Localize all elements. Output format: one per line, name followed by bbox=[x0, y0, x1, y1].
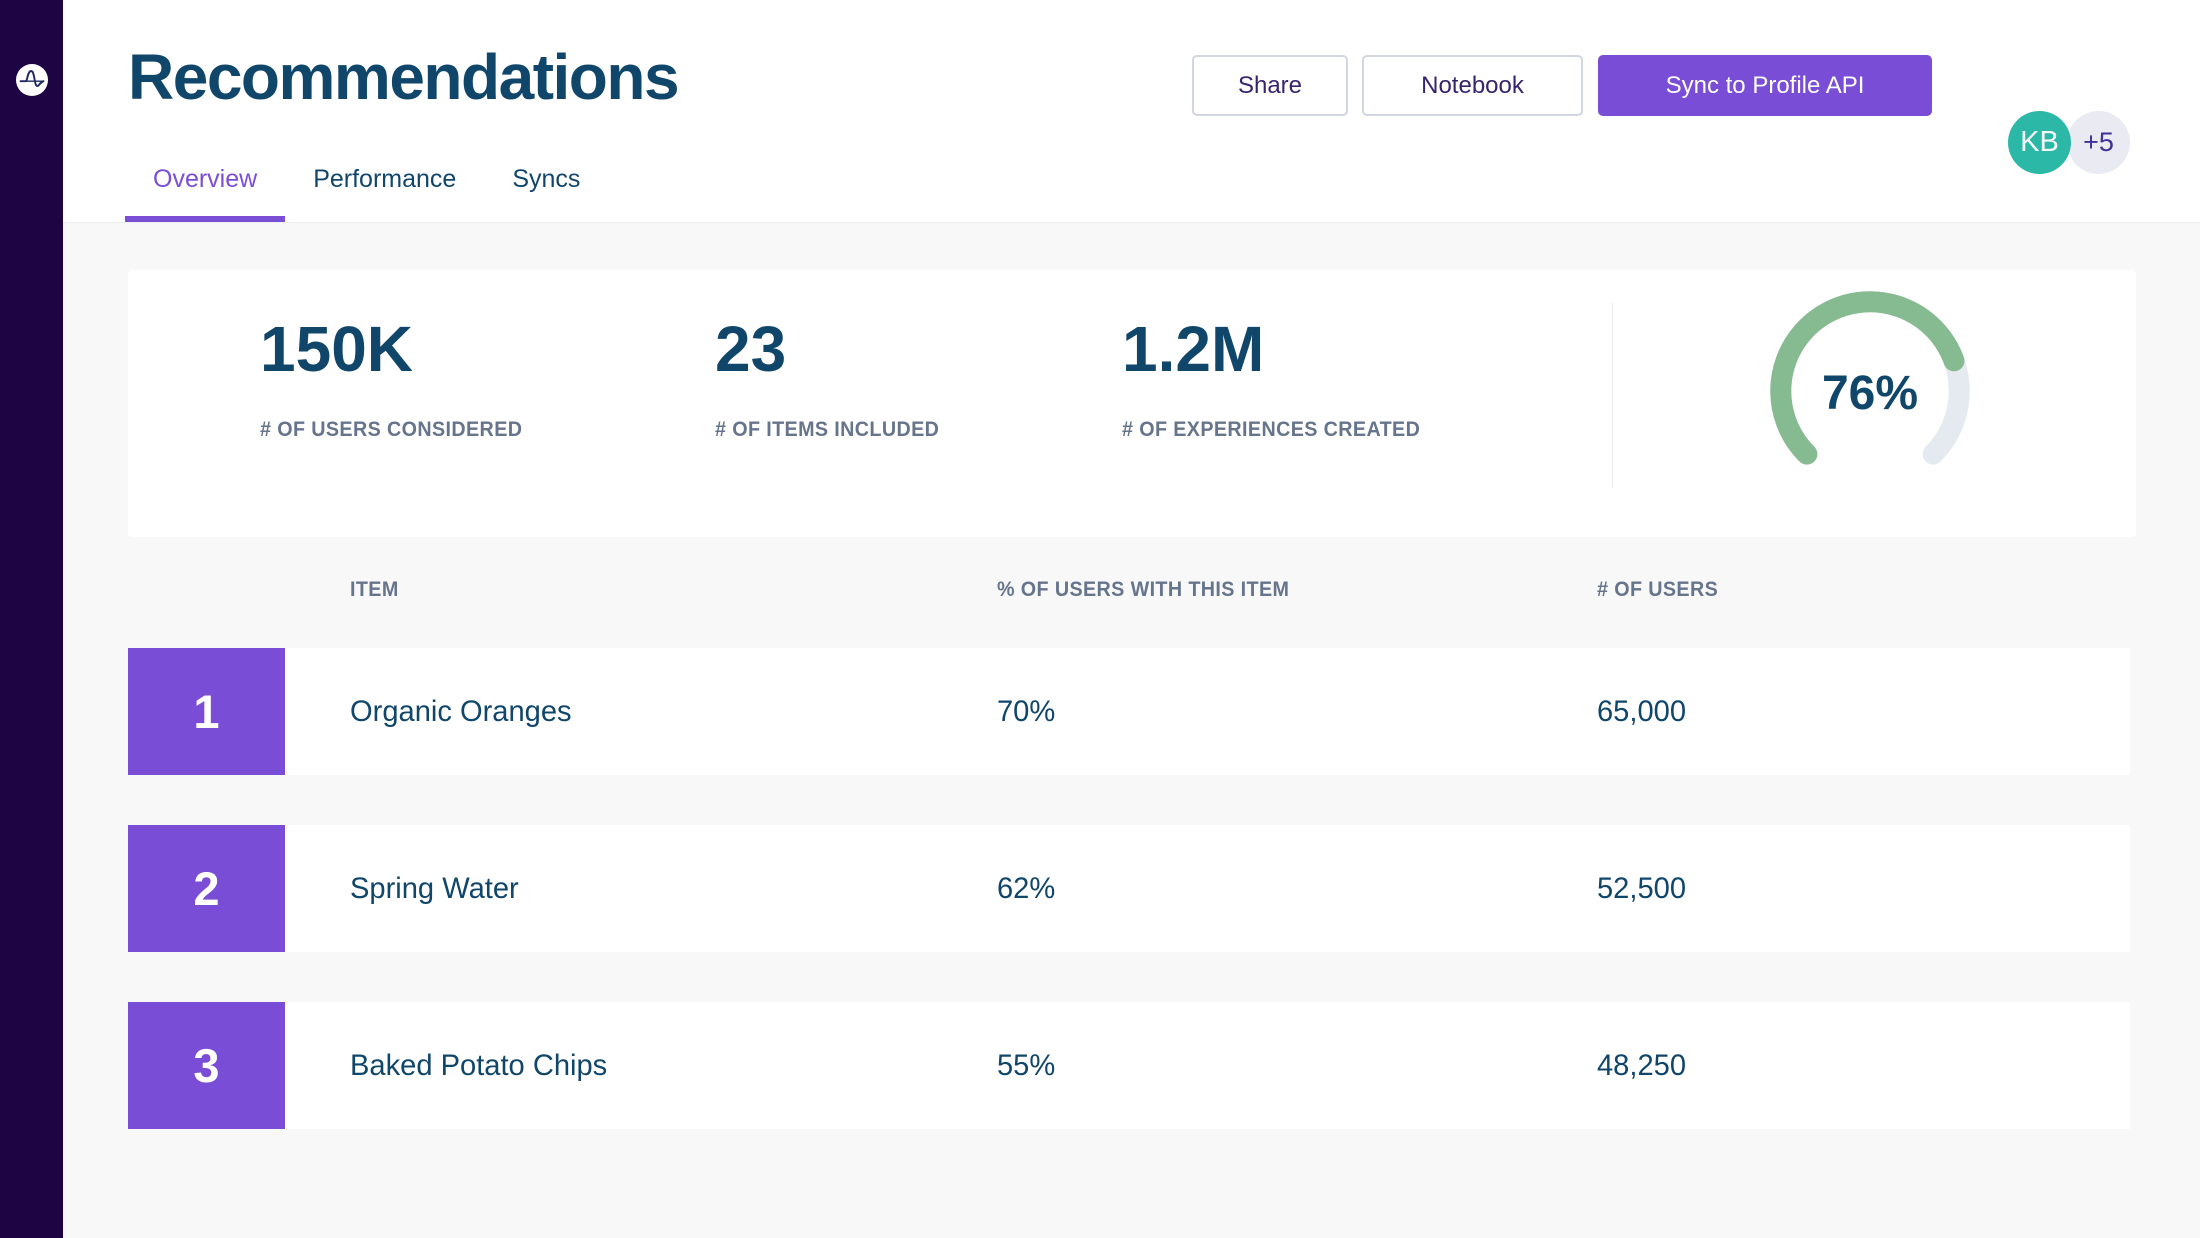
tab-syncs[interactable]: Syncs bbox=[484, 165, 608, 222]
row-cells: Baked Potato Chips 55% 48,250 bbox=[285, 1002, 2130, 1129]
num-users-cell: 65,000 bbox=[1597, 695, 1686, 729]
column-header-pct-users: % OF USERS WITH THIS ITEM bbox=[997, 578, 1289, 602]
table-row[interactable]: 3 Baked Potato Chips 55% 48,250 bbox=[128, 1002, 2130, 1129]
share-button-label: Share bbox=[1238, 72, 1302, 100]
notebook-button-label: Notebook bbox=[1421, 72, 1524, 100]
stat-label: # OF ITEMS INCLUDED bbox=[715, 418, 939, 442]
avatar-overflow-count: +5 bbox=[2083, 127, 2114, 158]
page-header: Recommendations Share Notebook Sync to P… bbox=[63, 0, 2200, 223]
item-name-cell: Spring Water bbox=[350, 872, 519, 906]
rank-badge: 3 bbox=[128, 1002, 285, 1129]
stat-label: # OF USERS CONSIDERED bbox=[260, 418, 522, 442]
column-header-num-users: # OF USERS bbox=[1597, 578, 1718, 602]
share-button[interactable]: Share bbox=[1192, 55, 1348, 116]
table-row[interactable]: 2 Spring Water 62% 52,500 bbox=[128, 825, 2130, 952]
row-cells: Spring Water 62% 52,500 bbox=[285, 825, 2130, 952]
pct-users-cell: 70% bbox=[997, 695, 1055, 729]
item-name-cell: Baked Potato Chips bbox=[350, 1049, 607, 1083]
num-users-cell: 52,500 bbox=[1597, 872, 1686, 906]
avatar-initials: KB bbox=[2020, 126, 2059, 159]
row-cells: Organic Oranges 70% 65,000 bbox=[285, 648, 2130, 775]
sync-button-label: Sync to Profile API bbox=[1666, 72, 1865, 100]
recommendations-page: Recommendations Share Notebook Sync to P… bbox=[0, 0, 2200, 1238]
table-row[interactable]: 1 Organic Oranges 70% 65,000 bbox=[128, 648, 2130, 775]
avatar-overflow-badge[interactable]: +5 bbox=[2067, 111, 2130, 174]
pct-users-cell: 62% bbox=[997, 872, 1055, 906]
summary-stats-card: 150K # OF USERS CONSIDERED 23 # OF ITEMS… bbox=[128, 270, 2136, 537]
tab-performance[interactable]: Performance bbox=[285, 165, 484, 222]
table-header-row: ITEM % OF USERS WITH THIS ITEM # OF USER… bbox=[128, 578, 2136, 608]
vertical-divider bbox=[1612, 303, 1613, 488]
stat-value: 23 bbox=[715, 312, 786, 386]
gauge-percent-text: 76% bbox=[1765, 286, 1975, 496]
num-users-cell: 48,250 bbox=[1597, 1049, 1686, 1083]
app-sidebar bbox=[0, 0, 63, 1238]
column-header-item: ITEM bbox=[350, 578, 399, 602]
avatar[interactable]: KB bbox=[2008, 111, 2071, 174]
sync-to-profile-api-button[interactable]: Sync to Profile API bbox=[1598, 55, 1932, 116]
notebook-button[interactable]: Notebook bbox=[1362, 55, 1583, 116]
rank-badge: 1 bbox=[128, 648, 285, 775]
header-actions: Share Notebook Sync to Profile API KB +5 bbox=[63, 55, 2200, 116]
stat-label: # OF EXPERIENCES CREATED bbox=[1122, 418, 1420, 442]
amplitude-logo-icon[interactable] bbox=[16, 64, 48, 96]
stat-value: 1.2M bbox=[1122, 312, 1264, 386]
percent-gauge: 76% bbox=[1765, 286, 1975, 496]
rank-badge: 2 bbox=[128, 825, 285, 952]
tab-bar: Overview Performance Syncs bbox=[125, 165, 608, 222]
stat-value: 150K bbox=[260, 312, 413, 386]
tab-overview[interactable]: Overview bbox=[125, 165, 285, 222]
item-name-cell: Organic Oranges bbox=[350, 695, 572, 729]
pct-users-cell: 55% bbox=[997, 1049, 1055, 1083]
